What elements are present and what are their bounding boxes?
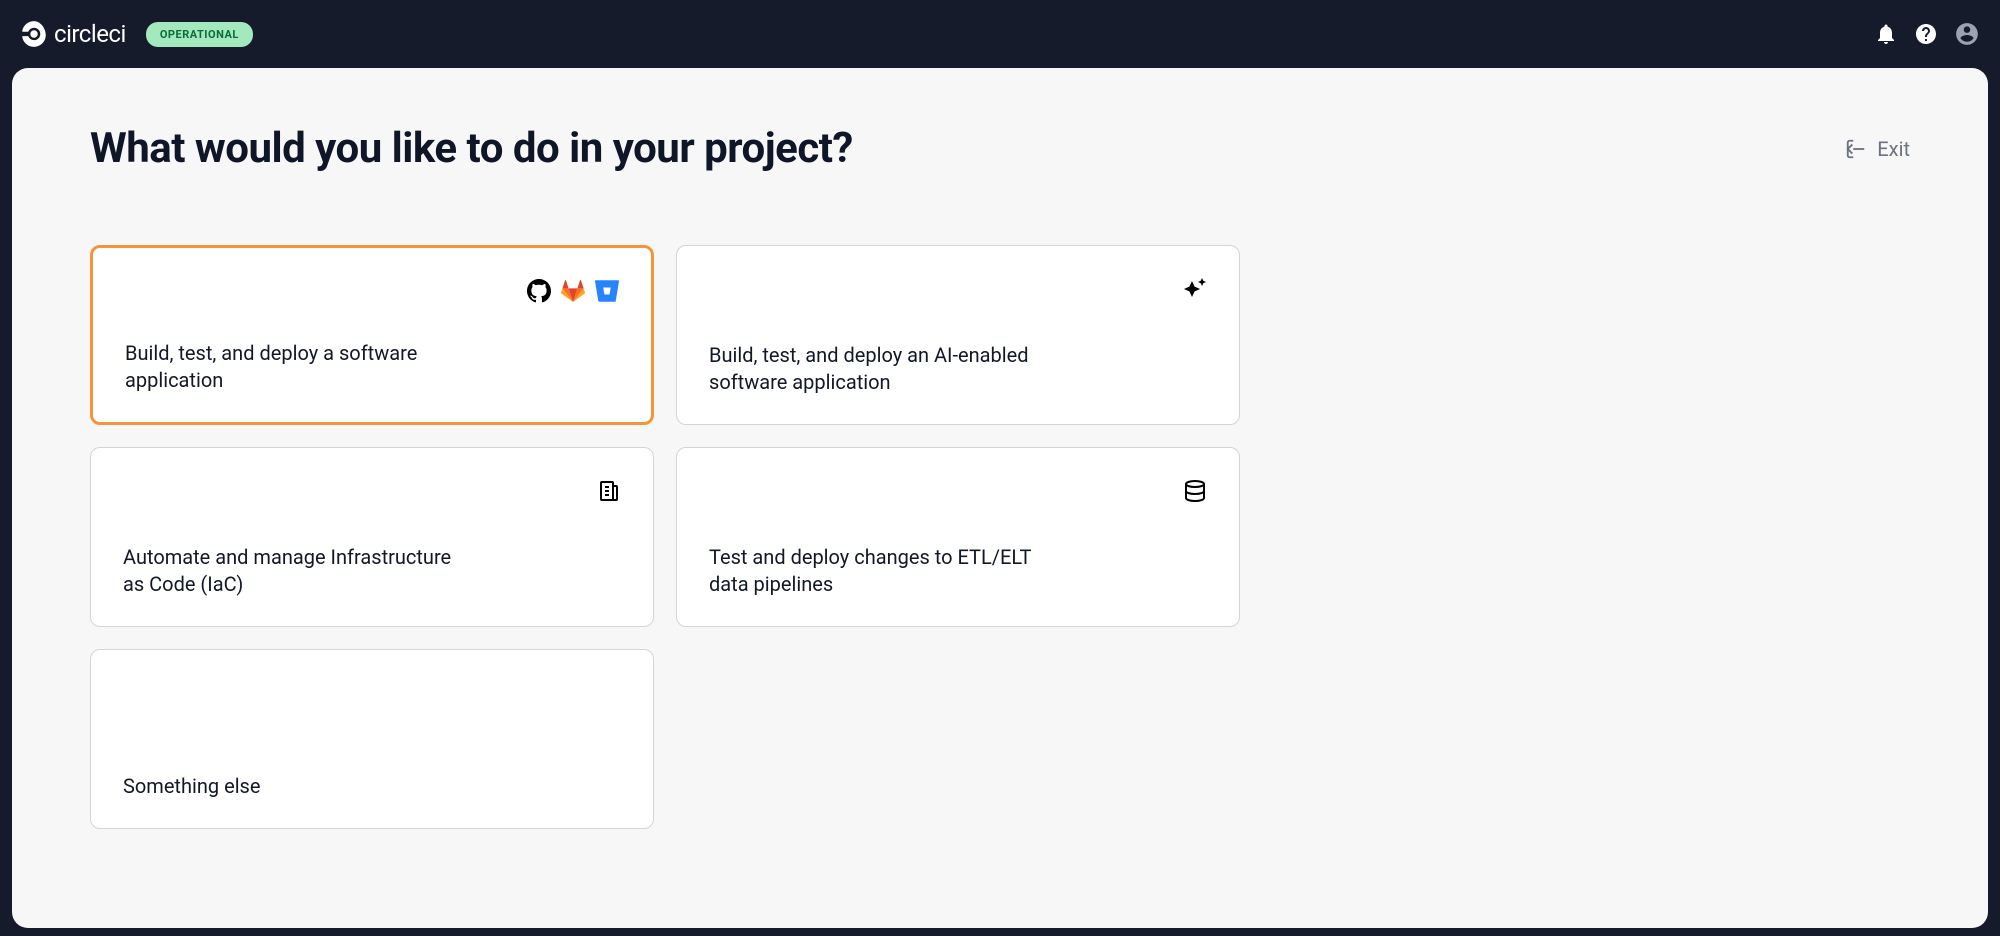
card-icons (709, 476, 1207, 506)
github-icon (527, 279, 551, 303)
logo-text: circleci (54, 20, 126, 48)
page-title: What would you like to do in your projec… (90, 124, 853, 173)
user-avatar-icon[interactable] (1954, 21, 1980, 47)
options-grid: Build, test, and deploy a software appli… (90, 245, 1290, 829)
status-badge[interactable]: OPERATIONAL (146, 22, 253, 47)
sparkle-icon (1183, 277, 1207, 301)
document-icon (597, 479, 621, 503)
card-icons (123, 678, 621, 708)
option-iac[interactable]: Automate and manage Infrastructure as Co… (90, 447, 654, 627)
page-header: What would you like to do in your projec… (90, 124, 1910, 173)
notifications-icon[interactable] (1874, 22, 1898, 46)
top-header: circleci OPERATIONAL (0, 0, 2000, 68)
help-icon[interactable] (1914, 22, 1938, 46)
option-label: Build, test, and deploy a software appli… (125, 340, 465, 394)
option-label: Build, test, and deploy an AI-enabled so… (709, 342, 1049, 396)
database-icon (1183, 479, 1207, 503)
option-ai-enabled[interactable]: Build, test, and deploy an AI-enabled so… (676, 245, 1240, 425)
option-label: Automate and manage Infrastructure as Co… (123, 544, 463, 598)
circleci-logo-icon (20, 20, 48, 48)
card-icons (125, 276, 619, 306)
bitbucket-icon (595, 279, 619, 303)
card-icons (709, 274, 1207, 304)
header-right (1874, 21, 1980, 47)
exit-icon (1845, 138, 1867, 160)
header-left: circleci OPERATIONAL (20, 20, 253, 48)
circleci-logo[interactable]: circleci (20, 20, 126, 48)
exit-label: Exit (1877, 137, 1910, 161)
option-etl[interactable]: Test and deploy changes to ETL/ELT data … (676, 447, 1240, 627)
gitlab-icon (561, 279, 585, 303)
option-label: Something else (123, 773, 463, 800)
card-icons (123, 476, 621, 506)
option-build-deploy[interactable]: Build, test, and deploy a software appli… (90, 245, 654, 425)
option-other[interactable]: Something else (90, 649, 654, 829)
main-container: What would you like to do in your projec… (12, 68, 1988, 928)
exit-button[interactable]: Exit (1845, 137, 1910, 161)
option-label: Test and deploy changes to ETL/ELT data … (709, 544, 1049, 598)
